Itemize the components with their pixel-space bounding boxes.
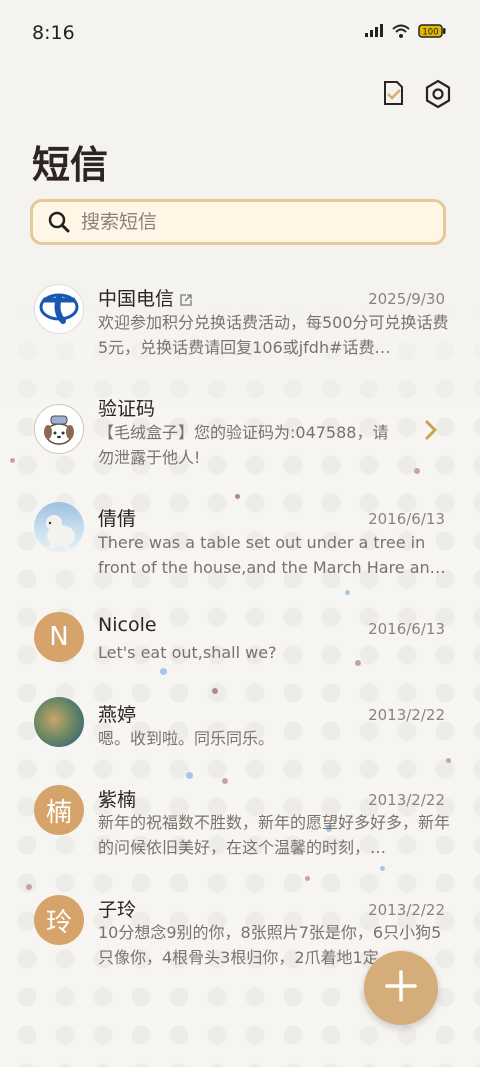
signal-icon [364, 24, 384, 38]
conversation-item-verification-code[interactable]: 验证码 【毛绒盒子】您的验证码为:047588，请勿泄露于他人! [0, 386, 480, 486]
wifi-icon [392, 24, 410, 38]
conversation-item-yanting[interactable]: 燕婷 2013/2/22 嗯。收到啦。同乐同乐。 [0, 692, 480, 792]
contact-name: 中国电信 [98, 288, 175, 310]
search-input[interactable] [79, 210, 413, 234]
contact-name: 倩倩 [98, 508, 137, 530]
contact-name: 子玲 [98, 899, 137, 921]
search-bar[interactable] [30, 199, 446, 245]
message-date: 2025/9/30 [368, 290, 445, 308]
conversation-item-china-telecom[interactable]: 中国电信 2025/9/30 欢迎参加积分兑换话费活动，每500分可兑换话费5元… [0, 276, 480, 376]
avatar: 玲 [34, 895, 84, 945]
settings-button[interactable] [422, 78, 454, 110]
message-preview: Let's eat out,shall we? [98, 643, 277, 662]
conversation-item-qianqian[interactable]: 倩倩 2016/6/13 There was a table set out u… [0, 496, 480, 596]
message-preview: 新年的祝福数不胜数，新年的愿望好多好多，新年的问候依旧美好，在这个温馨的时刻，… [98, 813, 450, 857]
chevron-right-icon[interactable] [424, 419, 438, 445]
external-link-icon [180, 289, 192, 311]
avatar [34, 697, 84, 747]
settings-icon [422, 79, 454, 114]
contact-name: Nicole [98, 614, 157, 636]
contact-name: 紫楠 [98, 789, 137, 811]
avatar [34, 502, 84, 552]
search-icon [47, 210, 71, 234]
contact-name: 燕婷 [98, 704, 137, 726]
contact-name: 验证码 [98, 398, 156, 420]
message-preview: 【毛绒盒子】您的验证码为:047588，请勿泄露于他人! [98, 423, 389, 467]
message-date: 2016/6/13 [368, 620, 445, 638]
svg-text:100: 100 [422, 28, 438, 38]
conversation-item-zinan[interactable]: 楠 紫楠 2013/2/22 新年的祝福数不胜数，新年的愿望好多好多，新年的问候… [0, 778, 480, 878]
message-date: 2016/6/13 [368, 510, 445, 528]
avatar [34, 284, 84, 334]
avatar: 楠 [34, 785, 84, 835]
message-preview: There was a table set out under a tree i… [98, 533, 446, 577]
battery-icon: 100 [418, 24, 446, 38]
message-date: 2013/2/22 [368, 901, 445, 919]
china-telecom-logo [35, 285, 83, 333]
status-bar: 8:16 100 [0, 0, 480, 64]
message-preview: 嗯。收到啦。同乐同乐。 [98, 729, 275, 748]
avatar: N [34, 612, 84, 662]
message-date: 2013/2/22 [368, 791, 445, 809]
status-time: 8:16 [32, 22, 75, 44]
edit-list-icon [378, 81, 408, 112]
new-message-button[interactable] [364, 951, 438, 1025]
message-date: 2013/2/22 [368, 706, 445, 724]
avatar [34, 404, 84, 454]
page-title: 短信 [32, 143, 109, 187]
add-icon [383, 968, 419, 1008]
message-preview: 欢迎参加积分兑换话费活动，每500分可兑换话费5元，兑换话费请回复106或jfd… [98, 313, 449, 357]
conversation-item-nicole[interactable]: N Nicole 2016/6/13 Let's eat out,shall w… [0, 606, 480, 706]
edit-list-button[interactable] [378, 78, 410, 110]
